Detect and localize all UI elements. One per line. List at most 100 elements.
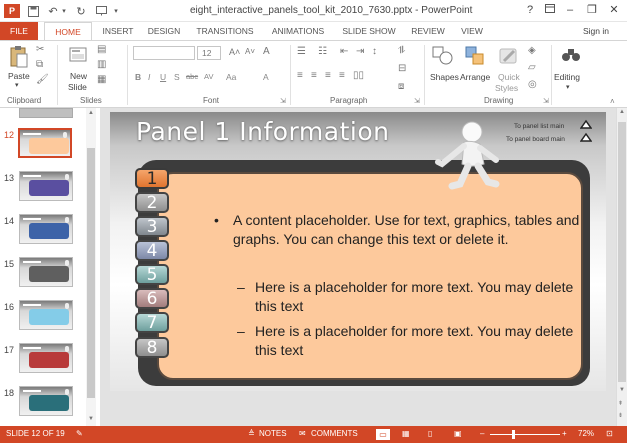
slide-thumbnail[interactable] — [19, 386, 73, 416]
home-nav-icon[interactable] — [580, 119, 592, 129]
paste-icon[interactable] — [8, 45, 30, 69]
help-icon[interactable]: ? — [522, 3, 538, 18]
slide-thumbnail[interactable] — [19, 300, 73, 330]
shapes-button[interactable]: Shapes — [430, 72, 459, 82]
font-size-combobox[interactable]: 12 — [197, 46, 221, 60]
sign-in-link[interactable]: Sign in — [583, 22, 609, 40]
font-color-button[interactable]: A — [263, 72, 269, 82]
previous-slide-icon[interactable]: ⇞ — [618, 400, 623, 407]
editing-button[interactable]: Editing — [554, 72, 580, 82]
tab-slide-show[interactable]: SLIDE SHOW — [340, 22, 398, 40]
smartart-icon[interactable]: ⧈ — [398, 81, 404, 92]
scroll-up-icon[interactable]: ▲ — [88, 110, 94, 116]
to-panel-board-link[interactable]: To panel board main — [506, 136, 565, 143]
panel-tab-5[interactable]: 5 — [135, 264, 169, 285]
scrollbar-thumb[interactable] — [618, 122, 626, 382]
drawing-dialog-launcher-icon[interactable]: ⇲ — [543, 97, 549, 105]
arrange-button[interactable]: Arrange — [460, 72, 490, 82]
close-icon[interactable]: ✕ — [606, 3, 622, 18]
find-binoculars-icon[interactable] — [560, 45, 582, 67]
undo-dropdown-icon[interactable]: ▾ — [60, 4, 68, 18]
scroll-down-icon[interactable]: ▼ — [619, 387, 625, 393]
shape-effects-icon[interactable]: ◎ — [528, 79, 537, 90]
justify-icon[interactable]: ≡ — [339, 70, 345, 81]
scrollbar-thumb[interactable] — [87, 148, 95, 398]
slideshow-view-icon[interactable]: ▣ — [454, 429, 462, 438]
font-dialog-launcher-icon[interactable]: ⇲ — [280, 97, 286, 105]
shape-fill-icon[interactable]: ◈ — [528, 45, 536, 56]
zoom-slider[interactable] — [490, 434, 560, 435]
slide-sorter-icon[interactable]: ▦ — [402, 429, 410, 438]
numbering-icon[interactable]: ☷ — [318, 46, 327, 57]
increase-font-icon[interactable]: A˄ — [229, 47, 240, 57]
reset-icon[interactable]: ▥ — [97, 59, 106, 70]
quick-styles-icon[interactable] — [498, 45, 520, 67]
shapes-icon[interactable] — [432, 45, 454, 67]
zoom-level[interactable]: 72% — [578, 429, 594, 438]
panel-tab-3[interactable]: 3 — [135, 216, 169, 237]
comments-button[interactable]: COMMENTS — [311, 429, 358, 438]
tab-view[interactable]: VIEW — [456, 22, 488, 40]
italic-button[interactable]: I — [148, 72, 150, 82]
align-left-icon[interactable]: ≡ — [297, 70, 303, 81]
clear-formatting-icon[interactable]: A — [263, 46, 270, 57]
slide-scrollbar[interactable]: ▲ ▼ ⇞ ⇟ — [616, 108, 627, 426]
quick-styles-label[interactable]: Quick — [498, 72, 520, 82]
start-slideshow-icon[interactable] — [94, 4, 108, 18]
scroll-down-icon[interactable]: ▼ — [88, 416, 94, 422]
tab-review[interactable]: REVIEW — [406, 22, 450, 40]
format-painter-icon[interactable]: 🖌 — [36, 74, 49, 85]
copy-icon[interactable]: ⧉ — [36, 59, 43, 70]
bullet-text-3[interactable]: Here is a placeholder for more text. You… — [255, 322, 575, 360]
notes-button[interactable]: NOTES — [259, 429, 287, 438]
tab-animations[interactable]: ANIMATIONS — [264, 22, 332, 40]
cut-icon[interactable]: ✂ — [36, 44, 44, 55]
panel-tab-2[interactable]: 2 — [135, 192, 169, 213]
new-slide-label-2[interactable]: Slide — [68, 82, 87, 92]
paste-dropdown-icon[interactable]: ▾ — [15, 81, 19, 89]
align-text-icon[interactable]: ⊟ — [398, 63, 406, 74]
quick-styles-label-2[interactable]: Styles — [495, 83, 518, 93]
decrease-indent-icon[interactable]: ⇤ — [340, 46, 348, 57]
home-nav-icon[interactable] — [580, 132, 592, 142]
change-case-button[interactable]: Aa — [226, 72, 236, 82]
notes-icon[interactable]: ≜ — [248, 429, 255, 438]
text-direction-icon[interactable]: ⥮ — [398, 45, 405, 56]
line-spacing-icon[interactable]: ↕ — [372, 46, 377, 57]
panel-tab-4[interactable]: 4 — [135, 240, 169, 261]
slide-thumbnail[interactable] — [19, 214, 73, 244]
tab-home[interactable]: HOME — [44, 22, 92, 40]
panel-tab-1[interactable]: 1 — [135, 168, 169, 189]
new-slide-label[interactable]: New — [70, 71, 87, 81]
tab-design[interactable]: DESIGN — [143, 22, 185, 40]
text-shadow-button[interactable]: S — [174, 72, 180, 82]
character-spacing-button[interactable]: AV — [204, 72, 213, 81]
paragraph-dialog-launcher-icon[interactable]: ⇲ — [414, 97, 420, 105]
zoom-slider-thumb[interactable] — [512, 430, 515, 439]
redo-icon[interactable]: ↻ — [74, 4, 88, 18]
shape-outline-icon[interactable]: ▱ — [528, 62, 536, 73]
spelling-icon[interactable]: ✎ — [76, 429, 83, 438]
panel-tab-7[interactable]: 7 — [135, 312, 169, 333]
next-slide-icon[interactable]: ⇟ — [618, 412, 623, 419]
ribbon-display-options-icon[interactable] — [542, 3, 558, 18]
restore-icon[interactable]: ❐ — [584, 3, 600, 18]
paste-button[interactable]: Paste — [8, 71, 30, 81]
arrange-icon[interactable] — [464, 45, 486, 67]
scroll-up-icon[interactable]: ▲ — [619, 109, 625, 115]
tab-transitions[interactable]: TRANSITIONS — [192, 22, 258, 40]
decrease-font-icon[interactable]: A˅ — [245, 47, 255, 56]
columns-icon[interactable]: ▯▯ — [353, 70, 364, 81]
slide-canvas[interactable]: Panel 1 Information To panel list main T… — [110, 112, 606, 391]
bullet-text-2[interactable]: Here is a placeholder for more text. You… — [255, 278, 575, 316]
normal-view-icon[interactable]: ▭ — [376, 429, 390, 440]
slide-counter[interactable]: SLIDE 12 OF 19 — [6, 429, 65, 438]
font-name-combobox[interactable] — [133, 46, 195, 60]
tab-insert[interactable]: INSERT — [98, 22, 138, 40]
align-right-icon[interactable]: ≡ — [325, 70, 331, 81]
fit-slide-icon[interactable]: ⊡ — [606, 429, 613, 438]
reading-view-icon[interactable]: ▯ — [428, 429, 432, 438]
tab-file[interactable]: FILE — [0, 22, 38, 40]
save-icon[interactable] — [26, 4, 40, 18]
slide-title[interactable]: Panel 1 Information — [136, 117, 389, 146]
